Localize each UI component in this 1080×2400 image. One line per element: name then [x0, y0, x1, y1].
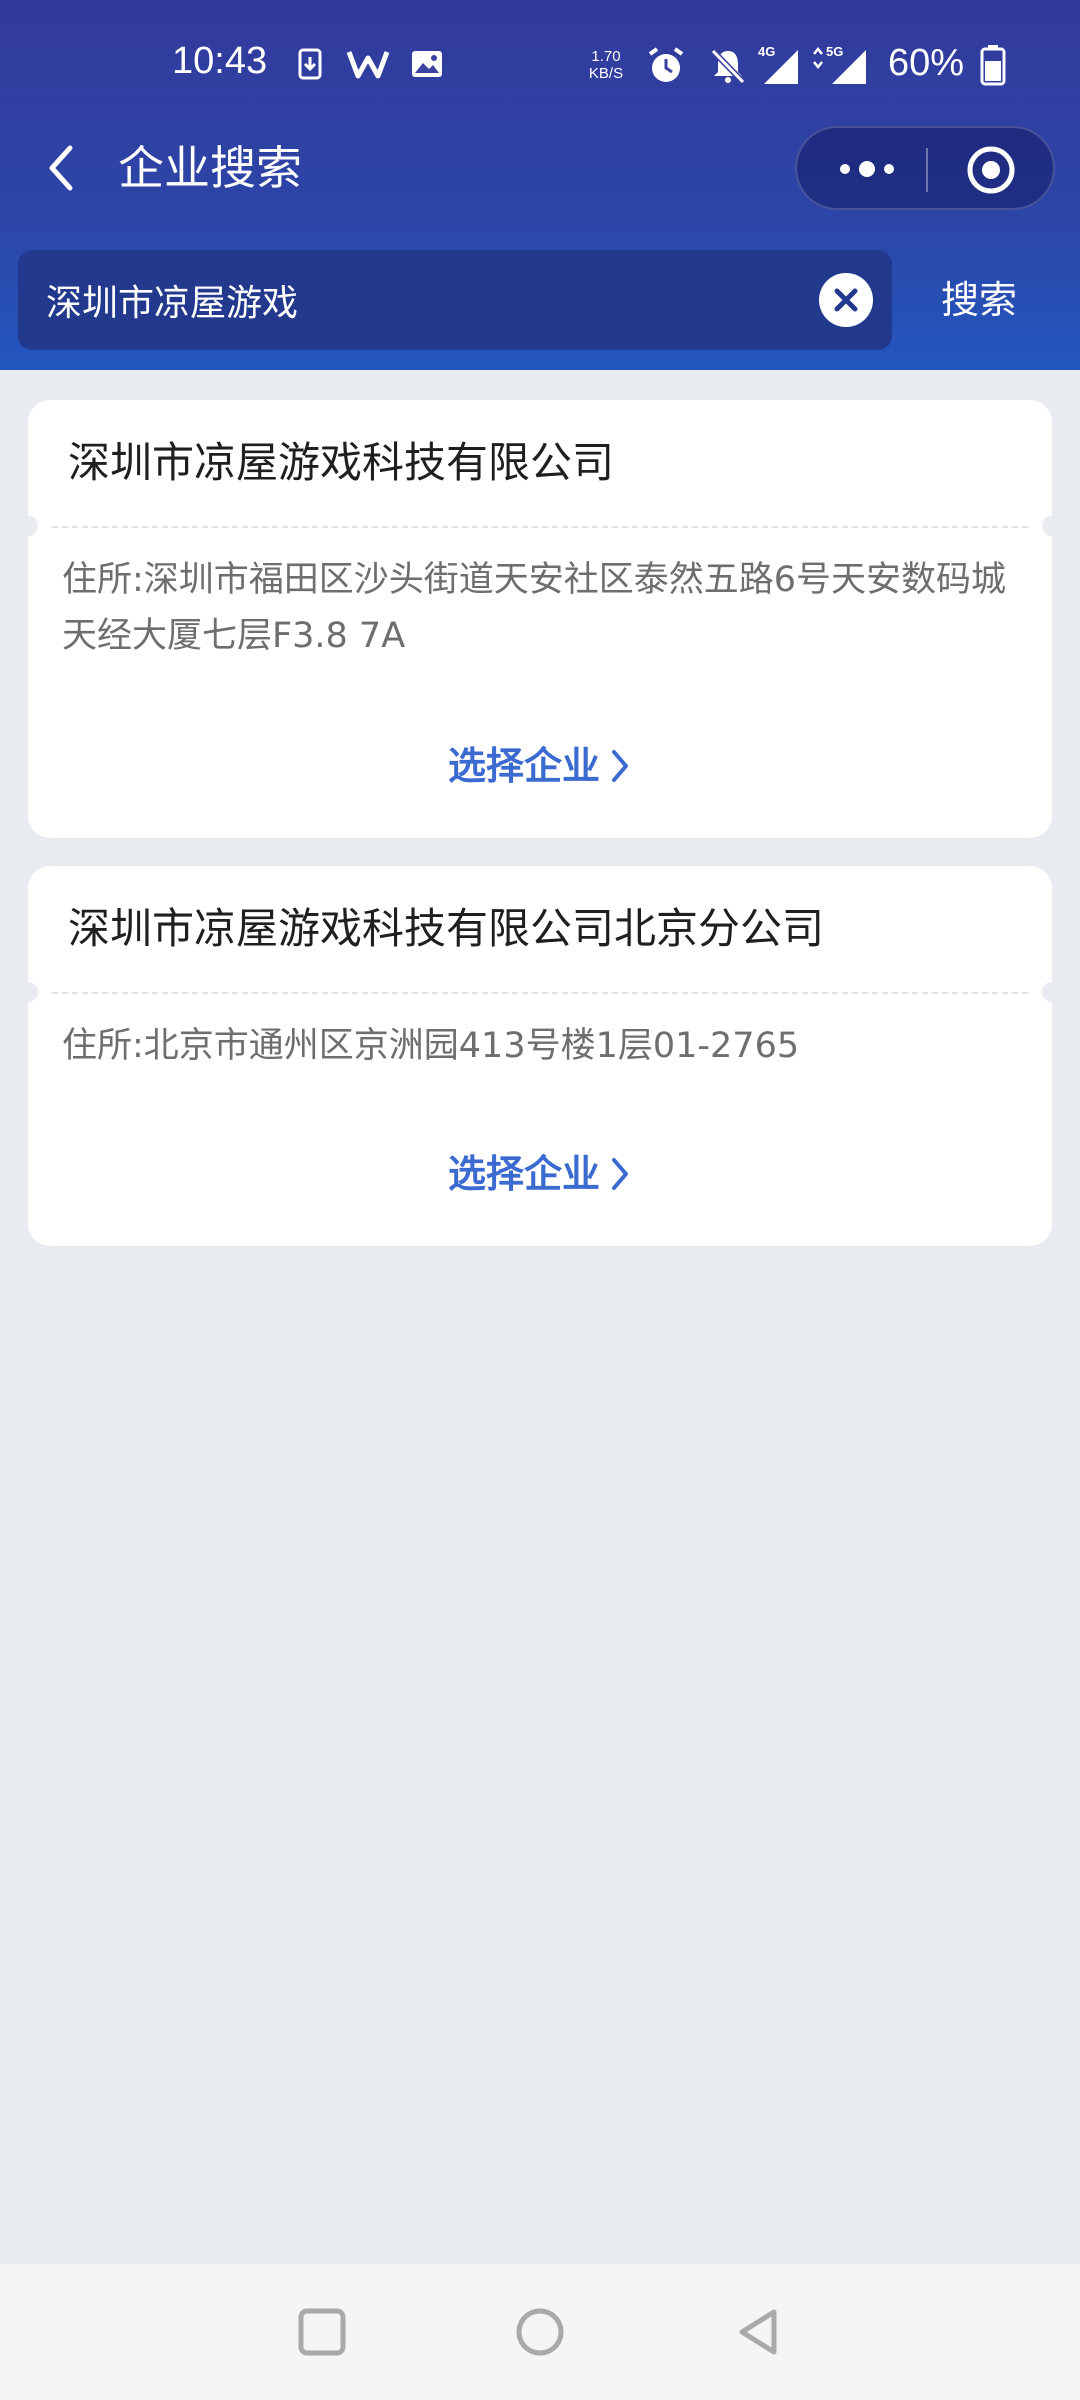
recent-apps-square-icon[interactable]	[294, 2304, 350, 2360]
select-company-button[interactable]: 选择企业	[28, 1146, 1052, 1202]
target-circle-icon[interactable]	[965, 144, 1017, 196]
select-company-label: 选择企业	[447, 1152, 600, 1196]
home-circle-icon[interactable]	[512, 2304, 568, 2360]
page-title: 企业搜索	[118, 141, 302, 195]
network-speed-value: 1.70	[591, 48, 621, 65]
card-notch	[18, 982, 38, 1002]
signal-4g-icon: 4G	[758, 44, 798, 84]
company-name: 深圳市凉屋游戏科技有限公司北京分公司	[68, 904, 825, 953]
battery-percent: 60%	[888, 42, 965, 84]
card-separator	[52, 526, 1028, 528]
network-speed: 1.70 KB/S	[584, 48, 628, 82]
card-notch	[1042, 982, 1062, 1002]
status-time: 10:43	[172, 40, 268, 82]
card-notch	[1042, 516, 1062, 536]
mute-bell-icon	[710, 48, 746, 85]
company-address: 住所:北京市通州区京洲园413号楼1层01-2765	[62, 1026, 800, 1066]
network-speed-unit: KB/S	[588, 65, 624, 82]
download-notification-icon	[298, 48, 322, 80]
chevron-right-icon	[612, 749, 628, 782]
capsule-divider	[926, 148, 928, 192]
clear-x-icon[interactable]	[818, 272, 874, 328]
signal-5g-icon: 5G	[813, 44, 866, 84]
card-notch	[18, 516, 38, 536]
status-bar: 10:43 1.70 KB/S 4G 5G 60%	[0, 0, 1080, 130]
signal-5g-label: 5G	[826, 44, 843, 59]
back-triangle-icon[interactable]	[732, 2304, 788, 2360]
search-button[interactable]: 搜索	[924, 272, 1034, 328]
wps-app-icon	[346, 51, 390, 79]
system-navigation-bar	[0, 2264, 1080, 2400]
chevron-right-icon	[612, 1157, 628, 1190]
card-separator	[52, 992, 1028, 994]
result-card: 深圳市凉屋游戏科技有限公司北京分公司 住所:北京市通州区京洲园413号楼1层01…	[18, 866, 1062, 1246]
gallery-icon	[412, 51, 442, 77]
signal-4g-label: 4G	[758, 44, 775, 59]
select-company-button[interactable]: 选择企业	[28, 738, 1052, 794]
miniprogram-capsule	[795, 126, 1055, 210]
search-box	[18, 250, 892, 350]
search-input[interactable]	[46, 250, 806, 350]
more-dots-icon[interactable]	[827, 140, 907, 198]
result-card: 深圳市凉屋游戏科技有限公司 住所:深圳市福田区沙头街道天安社区泰然五路6号天安数…	[18, 400, 1062, 838]
battery-icon	[980, 45, 1006, 86]
alarm-icon	[648, 47, 684, 82]
company-name: 深圳市凉屋游戏科技有限公司	[68, 438, 615, 487]
back-icon[interactable]	[38, 138, 82, 198]
select-company-label: 选择企业	[447, 744, 600, 788]
company-address: 住所:深圳市福田区沙头街道天安社区泰然五路6号天安数码城天经大厦七层F3.8 7…	[62, 560, 1007, 656]
